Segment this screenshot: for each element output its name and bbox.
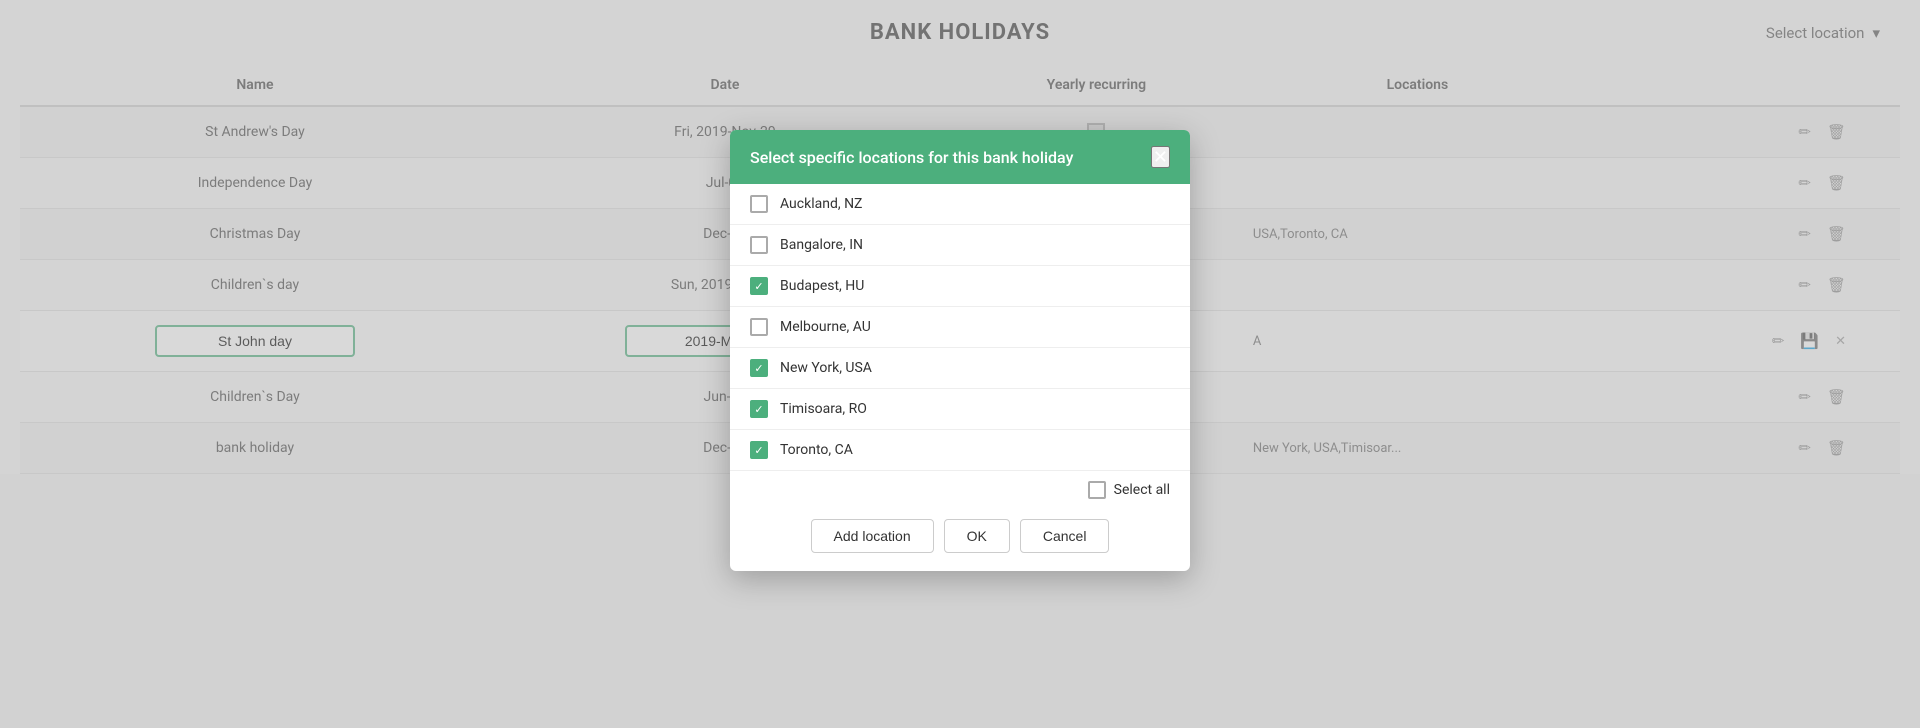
modal-close-button[interactable]: ✕ [1151,146,1170,168]
list-item[interactable]: Bangalore, IN [730,225,1190,266]
list-item[interactable]: New York, USA [730,348,1190,389]
location-label: Toronto, CA [780,442,853,458]
modal-location-list: Auckland, NZ Bangalore, IN Budapest, HU … [730,184,1190,470]
list-item[interactable]: Melbourne, AU [730,307,1190,348]
location-checkbox-melbourne[interactable] [750,318,768,336]
location-label: New York, USA [780,360,872,376]
location-label: Auckland, NZ [780,196,862,212]
add-location-button[interactable]: Add location [811,519,934,553]
modal-header: Select specific locations for this bank … [730,130,1190,184]
location-checkbox-timisoara[interactable] [750,400,768,418]
page-background: BANK HOLIDAYS Select location ▾ Name Dat… [0,0,1920,728]
location-select-modal: Select specific locations for this bank … [730,130,1190,571]
list-item[interactable]: Toronto, CA [730,430,1190,470]
ok-button[interactable]: OK [944,519,1010,553]
location-label: Budapest, HU [780,278,864,294]
location-checkbox-budapest[interactable] [750,277,768,295]
select-all-label[interactable]: Select all [1088,481,1170,499]
select-all-text: Select all [1114,482,1170,498]
location-checkbox-bangalore[interactable] [750,236,768,254]
list-item[interactable]: Auckland, NZ [730,184,1190,225]
modal-title: Select specific locations for this bank … [750,148,1073,167]
location-checkbox-auckland[interactable] [750,195,768,213]
location-label: Bangalore, IN [780,237,863,253]
location-label: Timisoara, RO [780,401,867,417]
cancel-button[interactable]: Cancel [1020,519,1110,553]
modal-footer-actions: Add location OK Cancel [730,505,1190,571]
list-item[interactable]: Budapest, HU [730,266,1190,307]
select-all-checkbox[interactable] [1088,481,1106,499]
location-checkbox-newyork[interactable] [750,359,768,377]
list-item[interactable]: Timisoara, RO [730,389,1190,430]
location-checkbox-toronto[interactable] [750,441,768,459]
modal-select-all-row: Select all [730,470,1190,505]
location-label: Melbourne, AU [780,319,871,335]
